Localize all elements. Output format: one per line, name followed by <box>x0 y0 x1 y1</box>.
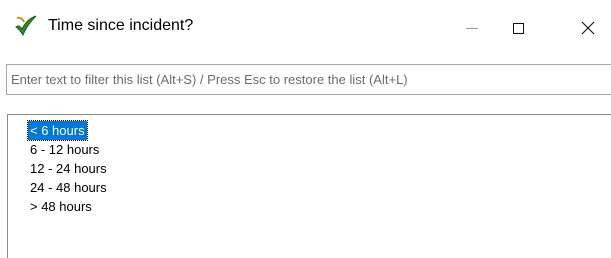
maximize-button[interactable] <box>495 0 541 56</box>
filter-input[interactable] <box>6 64 611 95</box>
minimize-icon <box>466 27 478 29</box>
list-item[interactable]: 24 - 48 hours <box>28 178 109 197</box>
close-icon <box>581 21 595 35</box>
minimize-button[interactable] <box>449 0 495 56</box>
maximize-icon <box>512 22 524 34</box>
close-button[interactable] <box>565 0 611 56</box>
title-bar[interactable]: Time since incident? <box>0 0 611 56</box>
list-item[interactable]: 6 - 12 hours <box>28 140 101 159</box>
list-item[interactable]: < 6 hours <box>27 120 88 141</box>
window-title: Time since incident? <box>48 17 194 34</box>
options-list[interactable]: < 6 hours 6 - 12 hours 12 - 24 hours 24 - 4… <box>7 114 611 258</box>
list-item[interactable]: 12 - 24 hours <box>28 159 109 178</box>
app-icon <box>14 14 38 38</box>
list-item[interactable]: > 48 hours <box>28 197 94 216</box>
dialog-window: Time since incident? < 6 hours6 - 12 hou… <box>0 0 611 258</box>
